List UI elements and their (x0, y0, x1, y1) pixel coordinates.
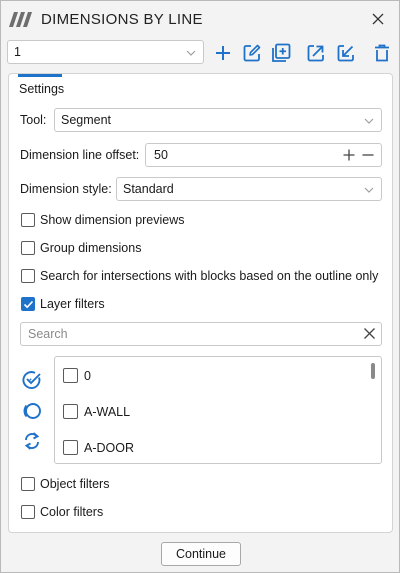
tab-settings-label: Settings (19, 82, 65, 96)
circle-icon (23, 403, 41, 419)
edit-icon (243, 44, 261, 62)
show-previews-checkbox[interactable] (21, 213, 35, 227)
duplicate-preset-button[interactable] (269, 41, 293, 65)
outline-only-checkbox[interactable] (21, 269, 35, 283)
settings-panel: Settings Tool: Segment Dimension line of… (8, 73, 393, 533)
object-filters-checkbox[interactable] (21, 477, 35, 491)
window-title: DIMENSIONS BY LINE (41, 11, 203, 28)
offset-value: 50 (154, 148, 168, 162)
layer-checkbox[interactable] (63, 368, 78, 383)
color-filters-checkbox[interactable] (21, 505, 35, 519)
layer-name: A-WALL (84, 405, 131, 419)
layer-checkbox[interactable] (63, 440, 78, 455)
decrease-button[interactable] (362, 149, 374, 164)
dialog-window: DIMENSIONS BY LINE 1 Settings Tool: Segm… (0, 0, 400, 573)
plus-icon (343, 149, 355, 161)
offset-label: Dimension line offset: (20, 148, 140, 162)
color-filters-label: Color filters (40, 505, 104, 519)
add-preset-button[interactable] (211, 41, 235, 65)
duplicate-icon (272, 43, 291, 62)
import-icon (337, 45, 354, 62)
checkmark-icon (23, 300, 34, 309)
tab-settings[interactable]: Settings (18, 74, 65, 96)
close-icon (372, 13, 384, 25)
close-button[interactable] (367, 8, 389, 30)
check-all-icon (22, 371, 41, 389)
style-select[interactable]: Standard (116, 177, 382, 201)
delete-preset-button[interactable] (370, 41, 394, 65)
scrollbar-thumb[interactable] (371, 363, 375, 379)
group-dimensions-label: Group dimensions (40, 241, 142, 255)
export-icon (307, 45, 324, 62)
layer-list[interactable]: 0 A-WALL A-DOOR (54, 356, 382, 464)
outline-only-label: Search for intersections with blocks bas… (40, 269, 379, 283)
layer-filters-checkbox[interactable] (21, 297, 35, 311)
refresh-button[interactable] (22, 431, 42, 451)
import-button[interactable] (334, 41, 358, 65)
chevron-down-icon (364, 182, 374, 196)
refresh-icon (24, 432, 40, 450)
search-placeholder: Search (28, 327, 68, 341)
preset-value: 1 (14, 45, 21, 59)
chevron-down-icon (186, 45, 196, 59)
object-filters-label: Object filters (40, 477, 110, 491)
layer-filters-label: Layer filters (40, 297, 105, 311)
tool-value: Segment (61, 113, 112, 127)
tool-label: Tool: (20, 113, 47, 127)
export-button[interactable] (304, 41, 328, 65)
layer-name: 0 (84, 369, 91, 383)
edit-preset-button[interactable] (240, 41, 264, 65)
search-input[interactable]: Search (20, 322, 382, 346)
select-all-button[interactable] (22, 370, 42, 390)
close-icon (364, 328, 375, 339)
increase-button[interactable] (343, 149, 355, 164)
layer-checkbox[interactable] (63, 404, 78, 419)
tool-select[interactable]: Segment (54, 108, 382, 132)
app-logo-icon (8, 10, 34, 31)
style-value: Standard (123, 182, 174, 196)
continue-button[interactable]: Continue (161, 542, 241, 566)
chevron-down-icon (364, 113, 374, 127)
minus-icon (362, 154, 374, 156)
show-previews-label: Show dimension previews (40, 213, 185, 227)
title-bar[interactable]: DIMENSIONS BY LINE (1, 1, 399, 37)
layer-name: A-DOOR (84, 441, 134, 455)
offset-stepper[interactable]: 50 (145, 143, 382, 167)
plus-icon (216, 46, 230, 60)
preset-select[interactable]: 1 (7, 40, 204, 64)
group-dimensions-checkbox[interactable] (21, 241, 35, 255)
deselect-all-button[interactable] (22, 401, 42, 421)
style-label: Dimension style: (20, 182, 112, 196)
toolbar: 1 (1, 38, 399, 68)
trash-icon (375, 44, 389, 62)
clear-search-button[interactable] (364, 328, 375, 342)
